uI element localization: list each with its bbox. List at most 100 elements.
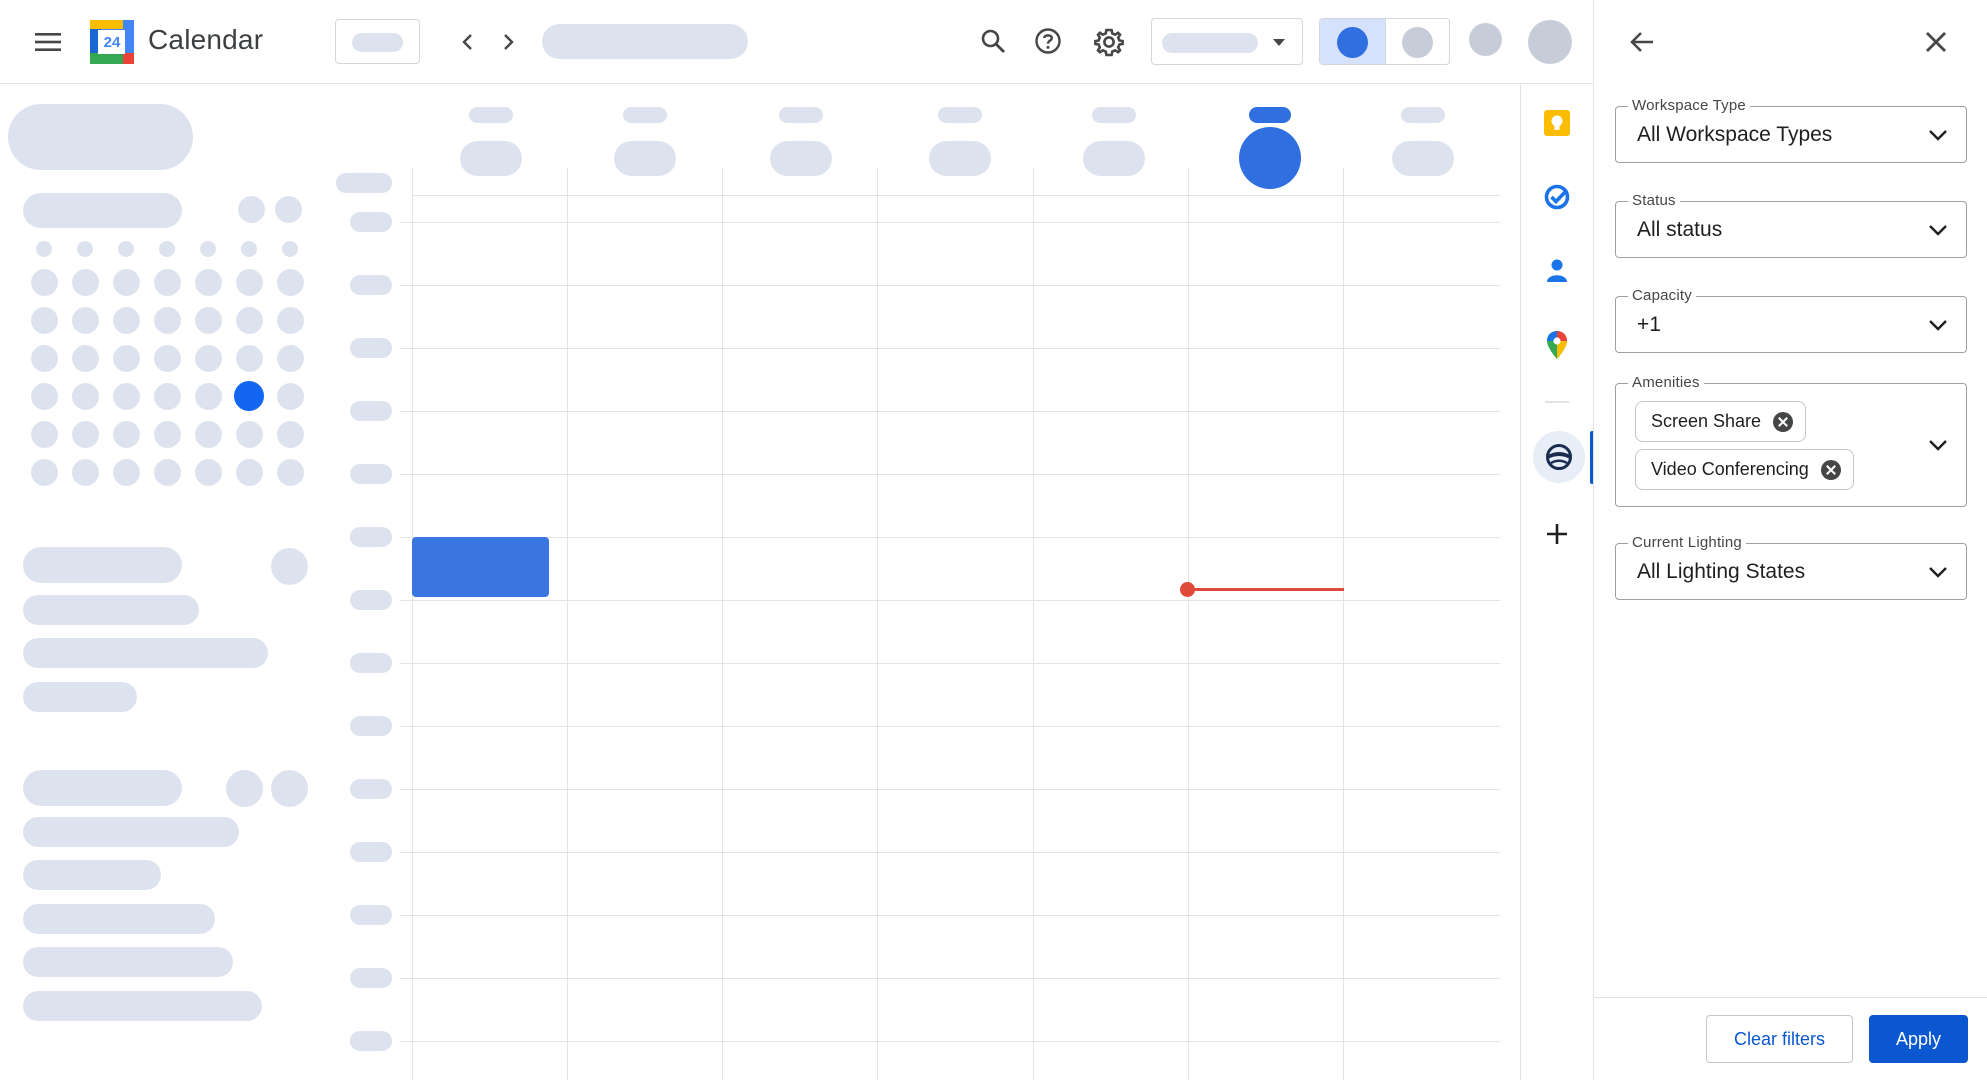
day-number[interactable] <box>460 141 522 176</box>
mini-day[interactable] <box>112 420 140 448</box>
mini-day[interactable] <box>194 458 222 486</box>
list-item[interactable] <box>23 947 233 977</box>
list-item[interactable] <box>23 595 199 625</box>
section-add-icon[interactable] <box>226 770 263 807</box>
amenities-select[interactable]: Amenities Screen Share Video Conferencin… <box>1615 374 1967 507</box>
mini-day[interactable] <box>30 268 58 296</box>
settings-icon[interactable] <box>1089 22 1129 62</box>
mini-day[interactable] <box>153 344 181 372</box>
mini-day[interactable] <box>276 382 304 410</box>
mini-prev-icon[interactable] <box>238 196 265 223</box>
mini-day[interactable] <box>112 306 140 334</box>
remove-chip-icon[interactable] <box>1820 459 1841 480</box>
workspace-tab[interactable] <box>1533 431 1585 483</box>
panel-footer: Clear filters Apply <box>1594 997 1987 1080</box>
mini-day[interactable] <box>153 306 181 334</box>
mini-day[interactable] <box>71 306 99 334</box>
list-item[interactable] <box>23 682 137 712</box>
mini-day[interactable] <box>235 420 263 448</box>
mini-day[interactable] <box>194 306 222 334</box>
list-item[interactable] <box>23 638 268 668</box>
mini-day[interactable] <box>276 268 304 296</box>
mini-day[interactable] <box>71 458 99 486</box>
mini-day[interactable] <box>30 344 58 372</box>
apps-icon[interactable] <box>1469 23 1502 56</box>
mini-day[interactable] <box>194 382 222 410</box>
chevron-right-icon[interactable] <box>492 24 526 60</box>
section-toggle-icon[interactable] <box>271 770 308 807</box>
mini-day[interactable] <box>112 268 140 296</box>
event-block[interactable] <box>412 537 549 597</box>
apply-button[interactable]: Apply <box>1869 1015 1968 1063</box>
section-toggle-icon[interactable] <box>271 548 308 585</box>
mini-day[interactable] <box>153 420 181 448</box>
mini-day[interactable] <box>235 268 263 296</box>
today-button[interactable] <box>335 19 420 64</box>
avatar[interactable] <box>1528 20 1572 64</box>
mini-day[interactable] <box>71 344 99 372</box>
list-item[interactable] <box>23 904 215 934</box>
mini-day[interactable] <box>71 420 99 448</box>
day-number-today[interactable] <box>1239 127 1301 189</box>
mini-day[interactable] <box>153 458 181 486</box>
mini-weekday-label <box>77 241 93 257</box>
view-selector[interactable] <box>1151 18 1303 65</box>
remove-chip-icon[interactable] <box>1773 411 1794 432</box>
mini-day[interactable] <box>112 458 140 486</box>
mini-day[interactable] <box>153 382 181 410</box>
contacts-icon[interactable] <box>1534 248 1580 294</box>
mini-month-title <box>23 193 182 228</box>
menu-icon[interactable] <box>28 22 68 62</box>
mini-day[interactable] <box>276 458 304 486</box>
workspace-type-select[interactable]: Workspace Type All Workspace Types <box>1615 97 1967 163</box>
search-icon[interactable] <box>974 22 1012 60</box>
day-number[interactable] <box>929 141 991 176</box>
day-name <box>938 107 982 123</box>
chevron-left-icon[interactable] <box>450 24 484 60</box>
back-arrow-icon[interactable] <box>1622 22 1662 62</box>
mini-day[interactable] <box>235 306 263 334</box>
mini-day[interactable] <box>71 382 99 410</box>
mini-day[interactable] <box>30 458 58 486</box>
view-toggle-selected[interactable] <box>1320 19 1385 64</box>
mini-day[interactable] <box>276 306 304 334</box>
tasks-icon[interactable] <box>1534 174 1580 220</box>
mini-day[interactable] <box>71 268 99 296</box>
help-icon[interactable] <box>1029 22 1067 60</box>
mini-day[interactable] <box>276 344 304 372</box>
keep-icon[interactable] <box>1534 100 1580 146</box>
grid-hour-line <box>400 1041 1500 1042</box>
day-number[interactable] <box>1392 141 1454 176</box>
mini-next-icon[interactable] <box>275 196 302 223</box>
mini-day[interactable] <box>112 382 140 410</box>
mini-day[interactable] <box>276 420 304 448</box>
mini-day-selected[interactable] <box>234 381 264 411</box>
day-number[interactable] <box>1083 141 1145 176</box>
mini-day[interactable] <box>30 420 58 448</box>
mini-day[interactable] <box>153 268 181 296</box>
capacity-select[interactable]: Capacity +1 <box>1615 287 1967 353</box>
mini-day[interactable] <box>194 268 222 296</box>
add-icon[interactable] <box>1534 511 1580 557</box>
view-toggle-other[interactable] <box>1385 19 1449 64</box>
close-icon[interactable] <box>1916 22 1956 62</box>
status-select[interactable]: Status All status <box>1615 192 1967 258</box>
clear-filters-button[interactable]: Clear filters <box>1706 1015 1853 1063</box>
mini-day[interactable] <box>30 306 58 334</box>
mini-day[interactable] <box>30 382 58 410</box>
workspace-icon <box>1546 444 1572 470</box>
day-number[interactable] <box>770 141 832 176</box>
list-item[interactable] <box>23 860 161 890</box>
mini-day[interactable] <box>194 344 222 372</box>
current-lighting-select[interactable]: Current Lighting All Lighting States <box>1615 534 1967 600</box>
view-toggle-group[interactable] <box>1319 18 1450 65</box>
list-item[interactable] <box>23 991 262 1021</box>
create-button[interactable] <box>8 104 193 170</box>
day-number[interactable] <box>614 141 676 176</box>
list-item[interactable] <box>23 817 239 847</box>
mini-day[interactable] <box>235 344 263 372</box>
mini-day[interactable] <box>112 344 140 372</box>
mini-day[interactable] <box>235 458 263 486</box>
mini-day[interactable] <box>194 420 222 448</box>
maps-icon[interactable] <box>1534 322 1580 368</box>
